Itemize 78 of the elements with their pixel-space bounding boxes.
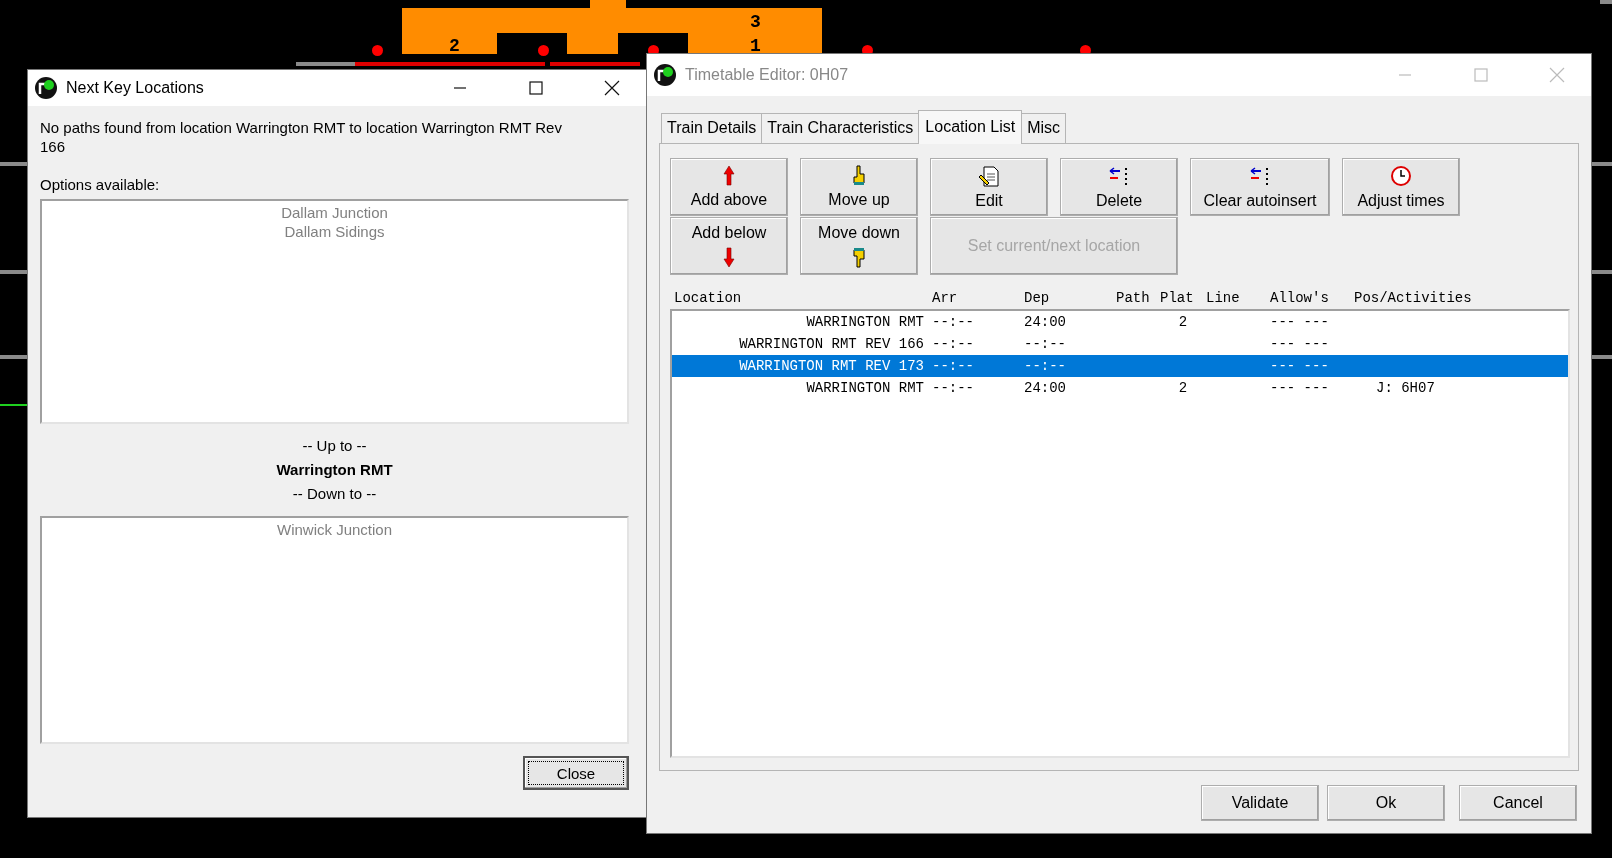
toolbar-button[interactable]: Adjust times xyxy=(1342,158,1460,216)
tab[interactable]: Train Details xyxy=(661,113,763,143)
down-to-label: -- Down to -- xyxy=(292,484,377,504)
options-label: Options available: xyxy=(40,176,161,193)
column-header: Line xyxy=(1206,290,1241,306)
column-header: Dep xyxy=(1024,290,1051,306)
clock-icon xyxy=(1390,164,1412,187)
column-header: Path xyxy=(1116,290,1151,306)
dialog-button[interactable]: Cancel xyxy=(1459,785,1577,821)
list-item[interactable]: Dallam Sidings xyxy=(284,222,385,241)
track-label: 3 xyxy=(750,12,761,32)
close-icon xyxy=(1549,67,1565,83)
table-cell-text: WARRINGTON RMT REV 166 xyxy=(738,336,925,352)
close-button[interactable]: Close xyxy=(523,756,629,790)
signal-dot xyxy=(538,45,549,56)
toolbar-button[interactable]: Clear autoinsert xyxy=(1190,158,1330,216)
table-cell-text: 24:00 xyxy=(1024,314,1067,330)
column-header: Location xyxy=(674,290,743,306)
table-row[interactable]: WARRINGTON RMT REV 173 --:-- --:-- --- --- xyxy=(672,355,1568,377)
toolbar-button[interactable]: Add below xyxy=(670,217,788,275)
table-row[interactable]: WARRINGTON RMT REV 166 --:-- --:-- --- --- xyxy=(672,333,1568,355)
pointing-hand-icon xyxy=(850,247,868,268)
close-icon xyxy=(604,80,620,96)
table-cell-text: --:-- xyxy=(932,336,975,352)
table-cell-text: J: 6H07 xyxy=(1375,380,1436,396)
current-location: Warrington RMT xyxy=(276,460,393,480)
arrow-up-icon xyxy=(721,165,737,186)
list-marker-icon xyxy=(1108,164,1130,187)
table-cell-text: 2 xyxy=(1177,380,1189,396)
column-header: Arr xyxy=(932,290,959,306)
table-cell-text: --:-- xyxy=(932,314,975,330)
table-cell-text: 24:00 xyxy=(1024,380,1067,396)
table-cell-text: WARRINGTON RMT xyxy=(805,314,925,330)
track-line xyxy=(0,404,28,406)
table-cell-text: --:-- xyxy=(932,380,975,396)
track-label: 1 xyxy=(750,36,761,56)
table-cell-text: --:-- xyxy=(932,358,975,374)
list-item[interactable]: Winwick Junction xyxy=(276,520,392,539)
app-icon xyxy=(34,76,58,100)
table-cell-text: WARRINGTON RMT REV 173 xyxy=(738,358,925,374)
list-item[interactable]: Dallam Junction xyxy=(281,203,388,222)
column-header: Allow's xyxy=(1270,290,1330,306)
dialog-button[interactable]: Ok xyxy=(1327,785,1445,821)
table-cell-text: --:-- xyxy=(1024,336,1067,352)
toolbar-button[interactable]: Delete xyxy=(1060,158,1178,216)
track-label: 2 xyxy=(449,36,460,56)
maximize-icon xyxy=(529,81,543,95)
tab[interactable]: Misc xyxy=(1021,113,1067,143)
table-row[interactable]: WARRINGTON RMT --:-- 24:00 2 --- --- J: 6H07 xyxy=(672,377,1568,399)
message-text: No paths found from location Warrington RMT to location Warrington RMT Rev 166 xyxy=(40,118,563,157)
maximize-icon xyxy=(1474,68,1488,82)
table-cell-text: WARRINGTON RMT xyxy=(805,380,925,396)
up-to-label: -- Up to -- xyxy=(302,436,367,456)
tab[interactable]: Location List xyxy=(918,110,1023,144)
table-row[interactable]: WARRINGTON RMT --:-- 24:00 2 --- --- xyxy=(672,311,1568,333)
arrow-down-icon xyxy=(721,247,737,268)
toolbar-button[interactable]: Move up xyxy=(800,158,918,216)
document-pencil-icon xyxy=(978,164,1000,187)
toolbar-button[interactable]: Move down xyxy=(800,217,918,275)
column-header: Plat xyxy=(1160,290,1195,306)
table-cell-text: --- --- xyxy=(1270,336,1330,352)
platform-gap xyxy=(497,33,567,55)
list-marker-icon xyxy=(1249,164,1271,187)
table-cell-text: --- --- xyxy=(1270,314,1330,330)
table-cell-text: 2 xyxy=(1177,314,1189,330)
column-header: Pos/Activities xyxy=(1354,290,1473,306)
table-cell-text: --- --- xyxy=(1270,380,1330,396)
pointing-hand-icon xyxy=(850,165,868,186)
signal-dot xyxy=(372,45,383,56)
dialog-button[interactable]: Validate xyxy=(1201,785,1319,821)
app-icon xyxy=(653,63,677,87)
table-cell-text: --- --- xyxy=(1270,358,1330,374)
window-title: Next Key Locations xyxy=(66,79,205,97)
window-title: Timetable Editor: 0H07 xyxy=(685,66,850,84)
table-cell-text: --:-- xyxy=(1024,358,1067,374)
toolbar-button[interactable]: Add above xyxy=(670,158,788,216)
platform-gap xyxy=(618,33,688,55)
toolbar-button[interactable]: Edit xyxy=(930,158,1048,216)
